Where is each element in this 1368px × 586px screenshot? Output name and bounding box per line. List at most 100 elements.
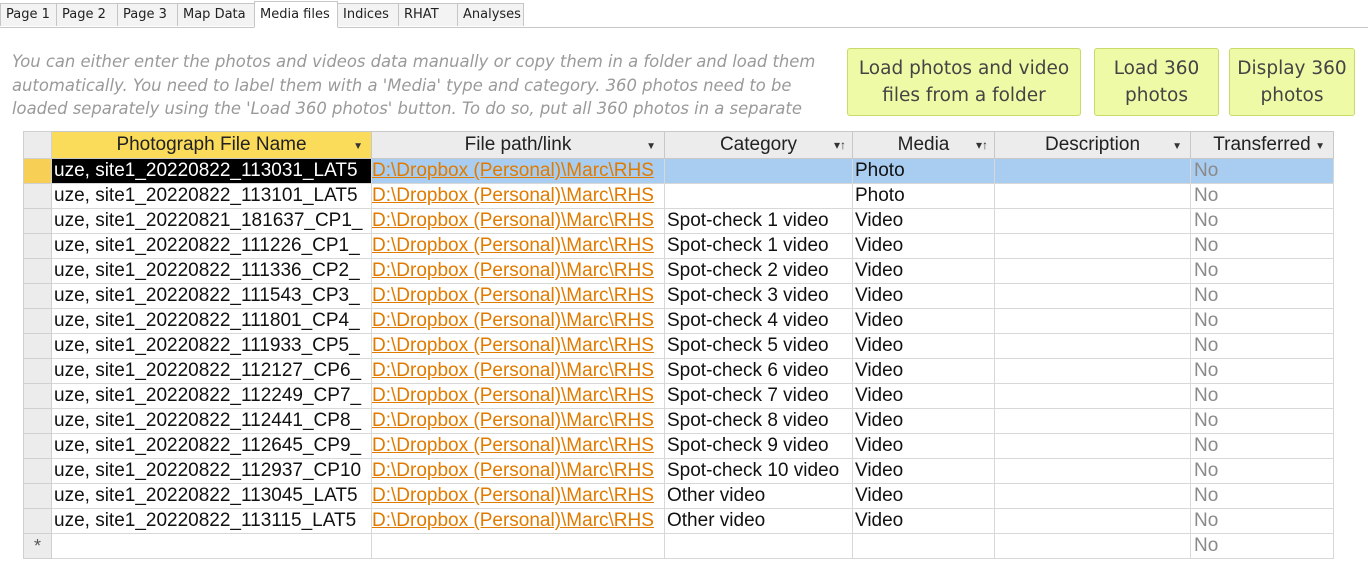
cell-category[interactable]: Spot-check 10 video — [664, 458, 853, 484]
cell-media[interactable]: Video — [852, 358, 995, 384]
cell-category[interactable]: Spot-check 1 video — [664, 208, 853, 234]
cell-file-name[interactable]: uze, site1_20220822_111543_CP3_ — [51, 283, 372, 309]
cell-file-path-link[interactable] — [371, 533, 665, 559]
cell-media[interactable] — [852, 533, 995, 559]
cell-media[interactable]: Video — [852, 208, 995, 234]
cell-file-name[interactable]: uze, site1_20220822_112937_CP10 — [51, 458, 372, 484]
cell-file-name[interactable]: uze, site1_20220822_113101_LAT5 — [51, 183, 372, 209]
cell-transferred[interactable]: No — [1190, 383, 1334, 409]
cell-file-name[interactable]: uze, site1_20220822_112441_CP8_ — [51, 408, 372, 434]
row-selector[interactable] — [23, 233, 52, 259]
column-header-category[interactable]: Category ▾↑ — [664, 131, 853, 159]
cell-category[interactable]: Spot-check 9 video — [664, 433, 853, 459]
cell-file-path-link[interactable]: D:\Dropbox (Personal)\Marc\RHS — [371, 208, 665, 234]
cell-description[interactable] — [994, 383, 1191, 409]
row-selector[interactable] — [23, 383, 52, 409]
cell-category[interactable] — [664, 158, 853, 184]
cell-description[interactable] — [994, 158, 1191, 184]
tab-rhat[interactable]: RHAT — [398, 3, 458, 26]
cell-file-path-link[interactable]: D:\Dropbox (Personal)\Marc\RHS — [371, 508, 665, 534]
cell-category[interactable]: Spot-check 2 video — [664, 258, 853, 284]
cell-media[interactable]: Video — [852, 508, 995, 534]
cell-media[interactable]: Photo — [852, 183, 995, 209]
select-all-corner[interactable] — [23, 131, 52, 159]
table-row[interactable]: uze, site1_20220822_112441_CP8_ D:\Dropbo… — [23, 408, 1334, 434]
cell-description[interactable] — [994, 458, 1191, 484]
cell-file-path-link[interactable]: D:\Dropbox (Personal)\Marc\RHS — [371, 283, 665, 309]
cell-file-name[interactable]: uze, site1_20220822_112645_CP9_ — [51, 433, 372, 459]
row-selector[interactable] — [23, 208, 52, 234]
cell-transferred[interactable]: No — [1190, 358, 1334, 384]
table-row[interactable]: uze, site1_20220822_113031_LAT5 D:\Dropbo… — [23, 158, 1334, 184]
cell-file-name[interactable]: uze, site1_20220822_111336_CP2_ — [51, 258, 372, 284]
column-header-file-name[interactable]: Photograph File Name ▼ — [51, 131, 372, 159]
cell-file-path-link[interactable]: D:\Dropbox (Personal)\Marc\RHS — [371, 383, 665, 409]
table-row[interactable]: uze, site1_20220822_112645_CP9_ D:\Dropbo… — [23, 433, 1334, 459]
cell-file-name[interactable]: uze, site1_20220822_112127_CP6_ — [51, 358, 372, 384]
cell-transferred[interactable]: No — [1190, 483, 1334, 509]
cell-transferred[interactable]: No — [1190, 208, 1334, 234]
row-selector[interactable] — [23, 333, 52, 359]
cell-media[interactable]: Photo — [852, 158, 995, 184]
row-selector[interactable] — [23, 408, 52, 434]
row-selector[interactable] — [23, 308, 52, 334]
dropdown-arrow-icon[interactable]: ▼ — [646, 141, 656, 152]
cell-media[interactable]: Video — [852, 433, 995, 459]
cell-category[interactable] — [664, 183, 853, 209]
tab-map-data[interactable]: Map Data — [177, 3, 255, 26]
cell-file-name[interactable]: uze, site1_20220822_113045_LAT5 — [51, 483, 372, 509]
cell-category[interactable]: Spot-check 5 video — [664, 333, 853, 359]
cell-transferred[interactable]: No — [1190, 508, 1334, 534]
column-header-transferred[interactable]: Transferred ▼ — [1190, 131, 1334, 159]
cell-file-path-link[interactable]: D:\Dropbox (Personal)\Marc\RHS — [371, 358, 665, 384]
cell-category[interactable]: Spot-check 3 video — [664, 283, 853, 309]
cell-file-path-link[interactable]: D:\Dropbox (Personal)\Marc\RHS — [371, 408, 665, 434]
dropdown-arrow-icon[interactable]: ▼ — [1315, 141, 1325, 152]
display-360-photos-button[interactable]: Display 360 photos — [1229, 48, 1355, 116]
cell-transferred[interactable]: No — [1190, 533, 1334, 559]
tab-media-files[interactable]: Media files — [254, 1, 338, 28]
cell-media[interactable]: Video — [852, 408, 995, 434]
cell-category[interactable] — [664, 533, 853, 559]
cell-description[interactable] — [994, 533, 1191, 559]
cell-media[interactable]: Video — [852, 258, 995, 284]
cell-category[interactable]: Spot-check 7 video — [664, 383, 853, 409]
tab-page-1[interactable]: Page 1 — [0, 3, 57, 26]
cell-transferred[interactable]: No — [1190, 258, 1334, 284]
cell-description[interactable] — [994, 283, 1191, 309]
table-row[interactable]: uze, site1_20220822_111543_CP3_ D:\Dropbo… — [23, 283, 1334, 309]
cell-media[interactable]: Video — [852, 383, 995, 409]
tab-analyses[interactable]: Analyses — [457, 3, 524, 26]
dropdown-arrow-icon[interactable]: ▼ — [1172, 141, 1182, 152]
load-from-folder-button[interactable]: Load photos and video files from a folder — [847, 48, 1081, 116]
cell-file-path-link[interactable]: D:\Dropbox (Personal)\Marc\RHS — [371, 308, 665, 334]
cell-media[interactable]: Video — [852, 483, 995, 509]
cell-file-name[interactable]: uze, site1_20220822_113115_LAT5 — [51, 508, 372, 534]
cell-file-path-link[interactable]: D:\Dropbox (Personal)\Marc\RHS — [371, 483, 665, 509]
cell-transferred[interactable]: No — [1190, 233, 1334, 259]
table-row[interactable]: uze, site1_20220822_111336_CP2_ D:\Dropbo… — [23, 258, 1334, 284]
cell-description[interactable] — [994, 508, 1191, 534]
table-row[interactable]: uze, site1_20220821_181637_CP1_ D:\Dropbo… — [23, 208, 1334, 234]
row-selector[interactable] — [23, 158, 52, 184]
new-record-row[interactable]: * No — [23, 533, 1334, 559]
table-row[interactable]: uze, site1_20220822_111801_CP4_ D:\Dropbo… — [23, 308, 1334, 334]
filter-sort-icon[interactable]: ▾↑ — [834, 138, 846, 152]
cell-transferred[interactable]: No — [1190, 333, 1334, 359]
cell-file-path-link[interactable]: D:\Dropbox (Personal)\Marc\RHS — [371, 158, 665, 184]
row-selector[interactable] — [23, 483, 52, 509]
cell-transferred[interactable]: No — [1190, 308, 1334, 334]
cell-category[interactable]: Spot-check 6 video — [664, 358, 853, 384]
cell-description[interactable] — [994, 333, 1191, 359]
cell-description[interactable] — [994, 483, 1191, 509]
row-selector[interactable] — [23, 433, 52, 459]
column-header-media[interactable]: Media ▾↑ — [852, 131, 995, 159]
row-selector[interactable] — [23, 458, 52, 484]
row-selector[interactable] — [23, 283, 52, 309]
cell-file-name[interactable]: uze, site1_20220822_113031_LAT5 — [51, 158, 372, 184]
cell-media[interactable]: Video — [852, 333, 995, 359]
cell-transferred[interactable]: No — [1190, 158, 1334, 184]
cell-file-path-link[interactable]: D:\Dropbox (Personal)\Marc\RHS — [371, 333, 665, 359]
cell-category[interactable]: Other video — [664, 483, 853, 509]
cell-description[interactable] — [994, 208, 1191, 234]
